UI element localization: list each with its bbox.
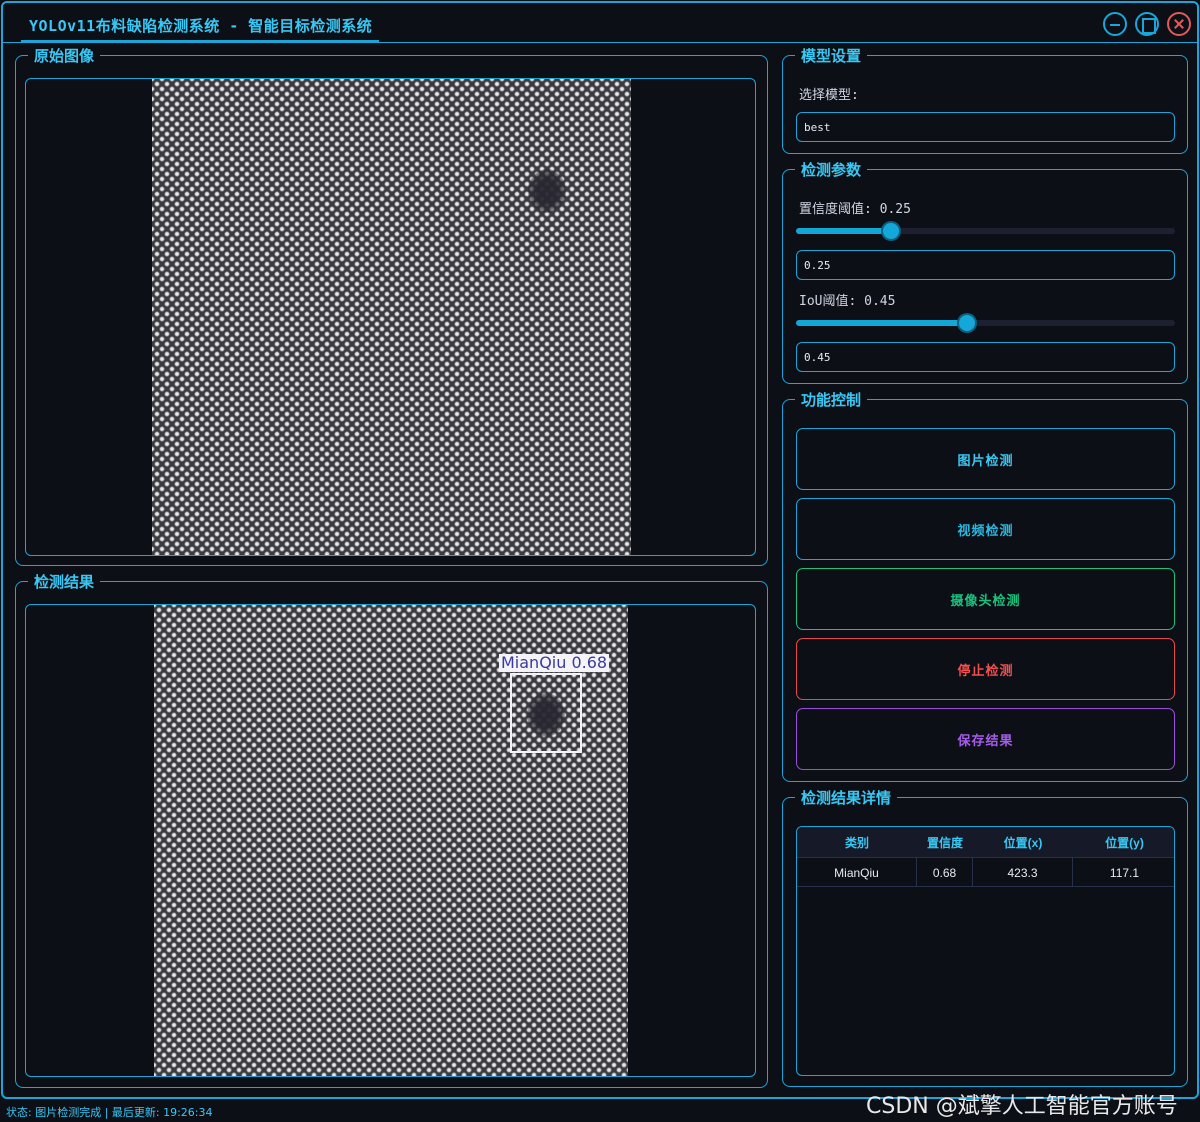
cell-class: MianQiu — [797, 858, 917, 887]
image-detect-button[interactable]: 图片检测 — [796, 428, 1175, 490]
iou-slider[interactable] — [796, 315, 1175, 331]
cell-x: 423.3 — [973, 858, 1073, 887]
confidence-slider[interactable] — [796, 223, 1175, 239]
model-select[interactable]: best — [796, 112, 1175, 142]
close-icon[interactable] — [1167, 12, 1191, 36]
detection-result-view: MianQiu 0.68 — [25, 604, 756, 1077]
column-header-x[interactable]: 位置(x) — [973, 827, 1073, 858]
app-window: YOLOv11布料缺陷检测系统 - 智能目标检测系统 原始图像 检测结果 Mia… — [1, 1, 1199, 1099]
minimize-icon[interactable] — [1103, 12, 1127, 36]
confidence-threshold-label: 置信度阈值: 0.25 — [799, 202, 911, 217]
fabric-image — [152, 79, 631, 555]
iou-input[interactable]: 0.45 — [796, 342, 1175, 372]
results-detail-title: 检测结果详情 — [795, 789, 898, 807]
maximize-icon[interactable] — [1135, 12, 1159, 36]
model-settings-group: 模型设置 选择模型: best — [782, 47, 1188, 154]
table-row[interactable]: MianQiu 0.68 423.3 117.1 — [797, 858, 1174, 887]
confidence-input[interactable]: 0.25 — [796, 250, 1175, 280]
stop-detect-button[interactable]: 停止检测 — [796, 638, 1175, 700]
results-table: 类别 置信度 位置(x) 位置(y) MianQiu 0.68 423.3 11… — [796, 826, 1175, 1076]
detection-params-group: 检测参数 置信度阈值: 0.25 0.25 IoU阈值: 0.45 0.45 — [782, 161, 1188, 384]
confidence-slider-fill — [796, 228, 891, 234]
detection-params-title: 检测参数 — [795, 161, 868, 179]
iou-threshold-label: IoU阈值: 0.45 — [799, 294, 896, 309]
iou-slider-handle[interactable] — [958, 315, 975, 331]
title-bar: YOLOv11布料缺陷检测系统 - 智能目标检测系统 — [3, 3, 1197, 43]
camera-detect-button[interactable]: 摄像头检测 — [796, 568, 1175, 630]
results-table-header: 类别 置信度 位置(x) 位置(y) — [797, 827, 1174, 858]
cell-y: 117.1 — [1109, 865, 1140, 880]
iou-slider-fill — [796, 320, 967, 326]
detection-bounding-box — [510, 673, 582, 753]
function-controls-title: 功能控制 — [795, 391, 868, 409]
function-controls-group: 功能控制 图片检测 视频检测 摄像头检测 停止检测 保存结果 — [782, 391, 1188, 782]
defect-spot — [528, 169, 566, 213]
fabric-result-image: MianQiu 0.68 — [154, 605, 628, 1076]
video-detect-button[interactable]: 视频检测 — [796, 498, 1175, 560]
original-image-panel: 原始图像 — [15, 47, 768, 566]
results-detail-group: 检测结果详情 类别 置信度 位置(x) 位置(y) MianQiu 0.68 4… — [782, 789, 1188, 1087]
column-header-confidence[interactable]: 置信度 — [917, 827, 973, 858]
window-title: YOLOv11布料缺陷检测系统 - 智能目标检测系统 — [29, 17, 373, 35]
title-underline — [21, 40, 379, 42]
column-header-class[interactable]: 类别 — [797, 827, 917, 858]
detection-box-label: MianQiu 0.68 — [499, 653, 610, 672]
column-header-y[interactable]: 位置(y) — [1073, 827, 1174, 858]
status-bar: 状态: 图片检测完成 | 最后更新: 19:26:34 — [6, 1106, 213, 1119]
detection-result-title: 检测结果 — [28, 573, 101, 591]
original-image-view — [25, 78, 756, 556]
original-image-title: 原始图像 — [28, 47, 101, 65]
detection-result-panel: 检测结果 MianQiu 0.68 — [15, 573, 768, 1088]
save-result-button[interactable]: 保存结果 — [796, 708, 1175, 770]
confidence-slider-handle[interactable] — [882, 223, 899, 239]
watermark: CSDN @斌擎人工智能官方账号 — [866, 1094, 1178, 1119]
cell-confidence: 0.68 — [917, 858, 973, 887]
select-model-label: 选择模型: — [799, 88, 859, 103]
model-settings-title: 模型设置 — [795, 47, 868, 65]
